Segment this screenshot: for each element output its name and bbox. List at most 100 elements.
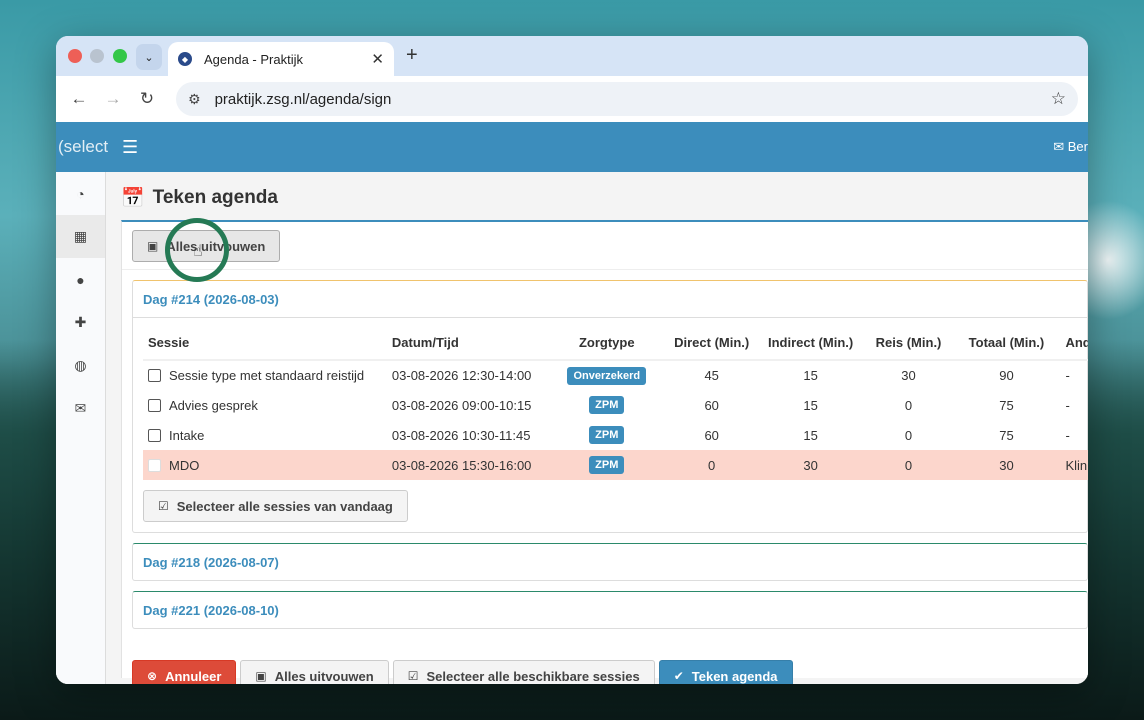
tab-title: Agenda - Praktijk bbox=[204, 51, 303, 67]
maximize-window-button[interactable] bbox=[113, 49, 127, 63]
col-zorgtype: Zorgtype bbox=[551, 326, 662, 361]
session-name: Advies gesprek bbox=[169, 397, 258, 413]
select-all-sessions-button[interactable]: ☑ Selecteer alle beschikbare sessies bbox=[392, 660, 655, 684]
session-checkbox[interactable] bbox=[148, 369, 161, 382]
tab-close-icon[interactable]: ✕ bbox=[371, 50, 384, 68]
day-panel: Dag #214 (2026-08-03) Sessie Datum/Tijd … bbox=[132, 280, 1088, 533]
session-name: Intake bbox=[169, 427, 205, 443]
tab-strip: ⌄ ◆ Agenda - Praktijk ✕ + bbox=[56, 36, 1088, 76]
direct-minutes: 60 bbox=[704, 427, 719, 443]
browser-window: ⌄ ◆ Agenda - Praktijk ✕ + ← → ↻ ⚙ prakti… bbox=[56, 36, 1088, 684]
col-direct: Direct (Min.) bbox=[661, 326, 762, 361]
travel-minutes: 0 bbox=[859, 450, 958, 480]
cancel-label: Annuleer bbox=[165, 668, 222, 684]
day-panel-header[interactable]: Dag #221 (2026-08-10) bbox=[133, 592, 1087, 628]
session-datetime: 03-08-2026 12:30-14:00 bbox=[391, 368, 532, 383]
check-square-icon: ☑ bbox=[158, 499, 169, 513]
other-value: - bbox=[1065, 368, 1070, 383]
sidebar-item-web[interactable]: ◍ bbox=[56, 344, 105, 387]
indirect-minutes: 15 bbox=[803, 427, 818, 443]
page-title-text: Teken agenda bbox=[152, 187, 278, 208]
direct-minutes: 60 bbox=[704, 397, 719, 413]
footer-expand-all-button[interactable]: ▣ Alles uitvouwen bbox=[240, 660, 389, 684]
caret-square-down-icon: ▣ bbox=[255, 669, 267, 683]
reload-icon[interactable]: ↻ bbox=[130, 89, 164, 109]
table-row[interactable]: Intake 03-08-2026 10:30-11:45 ZPM 60 15 … bbox=[143, 420, 1088, 450]
cancel-button[interactable]: ⊗ Annuleer bbox=[132, 660, 237, 684]
day-panel: Dag #218 (2026-08-07) bbox=[132, 543, 1088, 581]
menu-toggle-icon[interactable]: ☰ bbox=[122, 137, 138, 158]
indirect-minutes: 30 bbox=[761, 450, 860, 480]
direct-minutes: 45 bbox=[704, 368, 719, 383]
select-all-sessions-label: Selecteer alle beschikbare sessies bbox=[426, 668, 640, 684]
care-type-badge: Onverzekerd bbox=[567, 366, 647, 385]
indirect-minutes: 15 bbox=[803, 397, 818, 413]
col-totaal: Totaal (Min.) bbox=[957, 326, 1056, 361]
address-bar[interactable]: ⚙ praktijk.zsg.nl/agenda/sign ☆ bbox=[176, 82, 1078, 116]
sign-agenda-button[interactable]: ✔ Teken agenda bbox=[658, 660, 793, 684]
sidebar-item-care[interactable]: ✚ bbox=[56, 301, 105, 344]
new-tab-button[interactable]: + bbox=[406, 44, 418, 67]
site-settings-icon[interactable]: ⚙ bbox=[188, 91, 201, 108]
url-text[interactable]: praktijk.zsg.nl/agenda/sign bbox=[215, 91, 1051, 108]
table-row[interactable]: Advies gesprek 03-08-2026 09:00-10:15 ZP… bbox=[143, 390, 1088, 420]
sidebar-item-agenda[interactable]: ▦ bbox=[56, 215, 105, 258]
table-row: MDO 03-08-2026 15:30-16:00 ZPM 0 30 0 30… bbox=[143, 450, 1088, 480]
indirect-minutes: 15 bbox=[803, 368, 818, 383]
medkit-icon: ✚ bbox=[74, 314, 87, 330]
browser-tab[interactable]: ◆ Agenda - Praktijk ✕ bbox=[168, 42, 394, 76]
forward-arrow-icon[interactable]: → bbox=[96, 89, 130, 109]
favicon-icon: ◆ bbox=[178, 52, 192, 66]
session-datetime: 03-08-2026 09:00-10:15 bbox=[391, 397, 532, 413]
minimize-window-button[interactable] bbox=[90, 49, 104, 63]
tab-search-chevron-icon[interactable]: ⌄ bbox=[136, 44, 162, 70]
other-value: - bbox=[1065, 397, 1070, 413]
calendar-icon: ▦ bbox=[73, 228, 88, 244]
globe-icon: ◍ bbox=[74, 357, 87, 373]
col-sessie: Sessie bbox=[143, 326, 392, 361]
session-datetime: 03-08-2026 15:30-16:00 bbox=[391, 450, 552, 480]
close-window-button[interactable] bbox=[68, 49, 82, 63]
sessions-table: Sessie Datum/Tijd Zorgtype Direct (Min.)… bbox=[143, 326, 1088, 480]
footer-actions: ⊗ Annuleer ▣ Alles uitvouwen ☑ Selecteer… bbox=[132, 660, 793, 684]
brand-logo[interactable]: (select bbox=[58, 137, 118, 157]
total-minutes: 90 bbox=[999, 368, 1014, 383]
day-panel-header[interactable]: Dag #214 (2026-08-03) bbox=[133, 281, 1087, 317]
table-row[interactable]: Sessie type met standaard reistijd 03-08… bbox=[143, 360, 1088, 390]
col-reis: Reis (Min.) bbox=[859, 326, 958, 361]
other-value: Klinis bbox=[1055, 450, 1088, 480]
direct-minutes: 0 bbox=[661, 450, 762, 480]
day-panel-header[interactable]: Dag #218 (2026-08-07) bbox=[133, 544, 1087, 580]
browser-toolbar: ← → ↻ ⚙ praktijk.zsg.nl/agenda/sign ☆ bbox=[56, 76, 1088, 122]
session-checkbox[interactable] bbox=[148, 398, 161, 412]
session-checkbox-disabled bbox=[148, 458, 161, 472]
sidebar-item-dashboard[interactable]: ◔ bbox=[56, 172, 105, 215]
select-day-sessions-button[interactable]: ☑ Selecteer alle sessies van vandaag bbox=[143, 490, 408, 522]
col-indirect: Indirect (Min.) bbox=[761, 326, 860, 361]
page-title: 📅 Teken agenda bbox=[121, 186, 1088, 210]
messages-link[interactable]: ✉ Ber bbox=[1053, 139, 1088, 155]
sign-agenda-box: ▣ Alles uitvouwen Dag #214 (2026-08-03) … bbox=[121, 220, 1088, 684]
session-name: MDO bbox=[169, 457, 200, 473]
sidebar-item-mail[interactable]: ✉ bbox=[56, 387, 105, 430]
user-icon: ● bbox=[76, 271, 85, 288]
total-minutes: 75 bbox=[999, 427, 1014, 443]
col-ander: Ander bbox=[1055, 326, 1088, 361]
hand-pointer-icon: ☝ bbox=[193, 243, 203, 260]
sidebar: ◔ ▦ ● ✚ ◍ ✉ bbox=[56, 172, 106, 684]
travel-minutes: 0 bbox=[904, 427, 913, 443]
care-type-badge: ZPM bbox=[589, 426, 625, 444]
care-type-badge: ZPM bbox=[589, 456, 625, 474]
total-minutes: 75 bbox=[999, 397, 1014, 413]
session-name: Sessie type met standaard reistijd bbox=[169, 368, 365, 383]
bookmark-star-icon[interactable]: ☆ bbox=[1051, 89, 1066, 109]
total-minutes: 30 bbox=[957, 450, 1056, 480]
sidebar-item-clients[interactable]: ● bbox=[56, 258, 105, 301]
session-checkbox[interactable] bbox=[148, 428, 161, 442]
caret-square-down-icon: ▣ bbox=[147, 239, 159, 253]
travel-minutes: 30 bbox=[901, 368, 916, 383]
times-circle-icon: ⊗ bbox=[147, 669, 158, 683]
app-header: (select ☰ ✉ Ber bbox=[56, 122, 1088, 172]
main-content: 📅 Teken agenda ▣ Alles uitvouwen Dag #21… bbox=[106, 172, 1088, 684]
back-arrow-icon[interactable]: ← bbox=[62, 89, 96, 109]
